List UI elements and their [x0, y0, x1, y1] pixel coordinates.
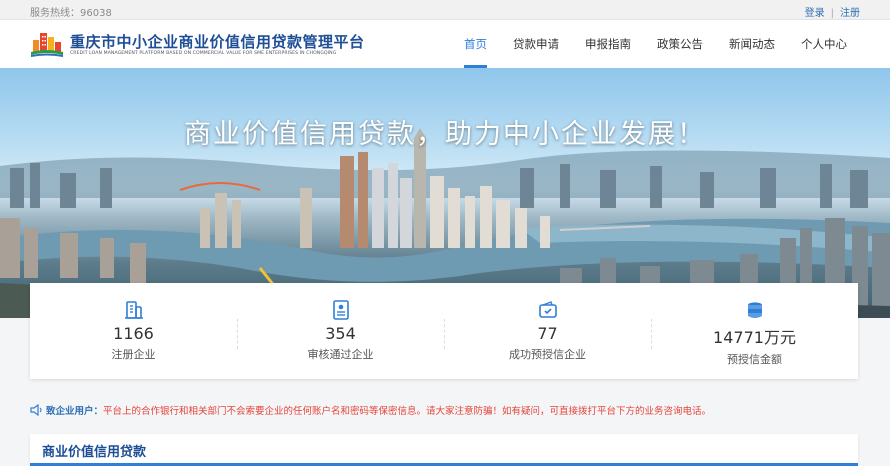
stat-precredit-enterprises: 77 成功预授信企业	[444, 283, 651, 379]
city-building-logo-icon[interactable]	[30, 28, 64, 58]
nav-item-policy[interactable]: 政策公告	[644, 20, 716, 68]
stat-value: 354	[325, 324, 356, 343]
building-icon	[124, 301, 143, 319]
nav-item-news[interactable]: 新闻动态	[716, 20, 788, 68]
top-bar: 服务热线：96038 登录 | 注册	[0, 0, 890, 20]
speaker-icon	[30, 404, 42, 416]
stat-label: 注册企业	[111, 348, 156, 361]
nav-item-guide[interactable]: 申报指南	[572, 20, 644, 68]
login-link[interactable]: 登录	[805, 8, 825, 19]
credit-loan-section: 商业价值信用贷款	[30, 434, 858, 466]
auth-links: 登录 | 注册	[805, 4, 860, 19]
notice-text: 平台上的合作银行和相关部门不会索要企业的任何账户名和密码等保密信息。请大家注意防…	[103, 406, 712, 417]
document-check-icon	[332, 300, 349, 320]
auth-separator: |	[830, 8, 834, 19]
nav-item-personal-center[interactable]: 个人中心	[788, 20, 860, 68]
hero-banner: 商业价值信用贷款，助力中小企业发展！	[0, 68, 890, 318]
stat-value: 77	[537, 324, 558, 343]
stat-approved-enterprises: 354 审核通过企业	[237, 283, 444, 379]
stat-value: 14771万元	[713, 328, 796, 347]
site-header: 重庆市中小企业商业价值信用贷款管理平台 CREDIT LOAN MANAGEME…	[0, 20, 890, 68]
coins-icon	[747, 302, 762, 318]
nav-item-home[interactable]: 首页	[451, 20, 500, 68]
section-title: 商业价值信用贷款	[42, 445, 147, 460]
main-nav: 首页 贷款申请 申报指南 政策公告 新闻动态 个人中心	[451, 20, 860, 68]
wallet-icon	[538, 301, 557, 318]
platform-subtitle: CREDIT LOAN MANAGEMENT PLATFORM BASED ON…	[70, 51, 337, 56]
hero-slogan: 商业价值信用贷款，助力中小企业发展！	[184, 119, 706, 150]
platform-title: 重庆市中小企业商业价值信用贷款管理平台	[70, 33, 365, 51]
register-link[interactable]: 注册	[840, 8, 860, 19]
stats-panel: 1166 注册企业 354 审核通过企业 77 成功预授信企业 14771万元 …	[30, 283, 858, 379]
stat-label: 审核通过企业	[307, 348, 374, 361]
stat-value: 1166	[113, 324, 154, 343]
stat-precredit-amount: 14771万元 预授信金额	[651, 283, 858, 379]
notice-label: 致企业用户：	[46, 406, 104, 417]
security-notice: 致企业用户：平台上的合作银行和相关部门不会索要企业的任何账户名和密码等保密信息。…	[30, 403, 870, 417]
nav-item-loan-apply[interactable]: 贷款申请	[500, 20, 572, 68]
stat-label: 成功预授信企业	[509, 348, 586, 361]
stat-registered-enterprises: 1166 注册企业	[30, 283, 237, 379]
stat-label: 预授信金额	[727, 353, 782, 366]
service-hotline: 服务热线：96038	[30, 8, 112, 19]
city-skyline-image	[0, 128, 890, 318]
